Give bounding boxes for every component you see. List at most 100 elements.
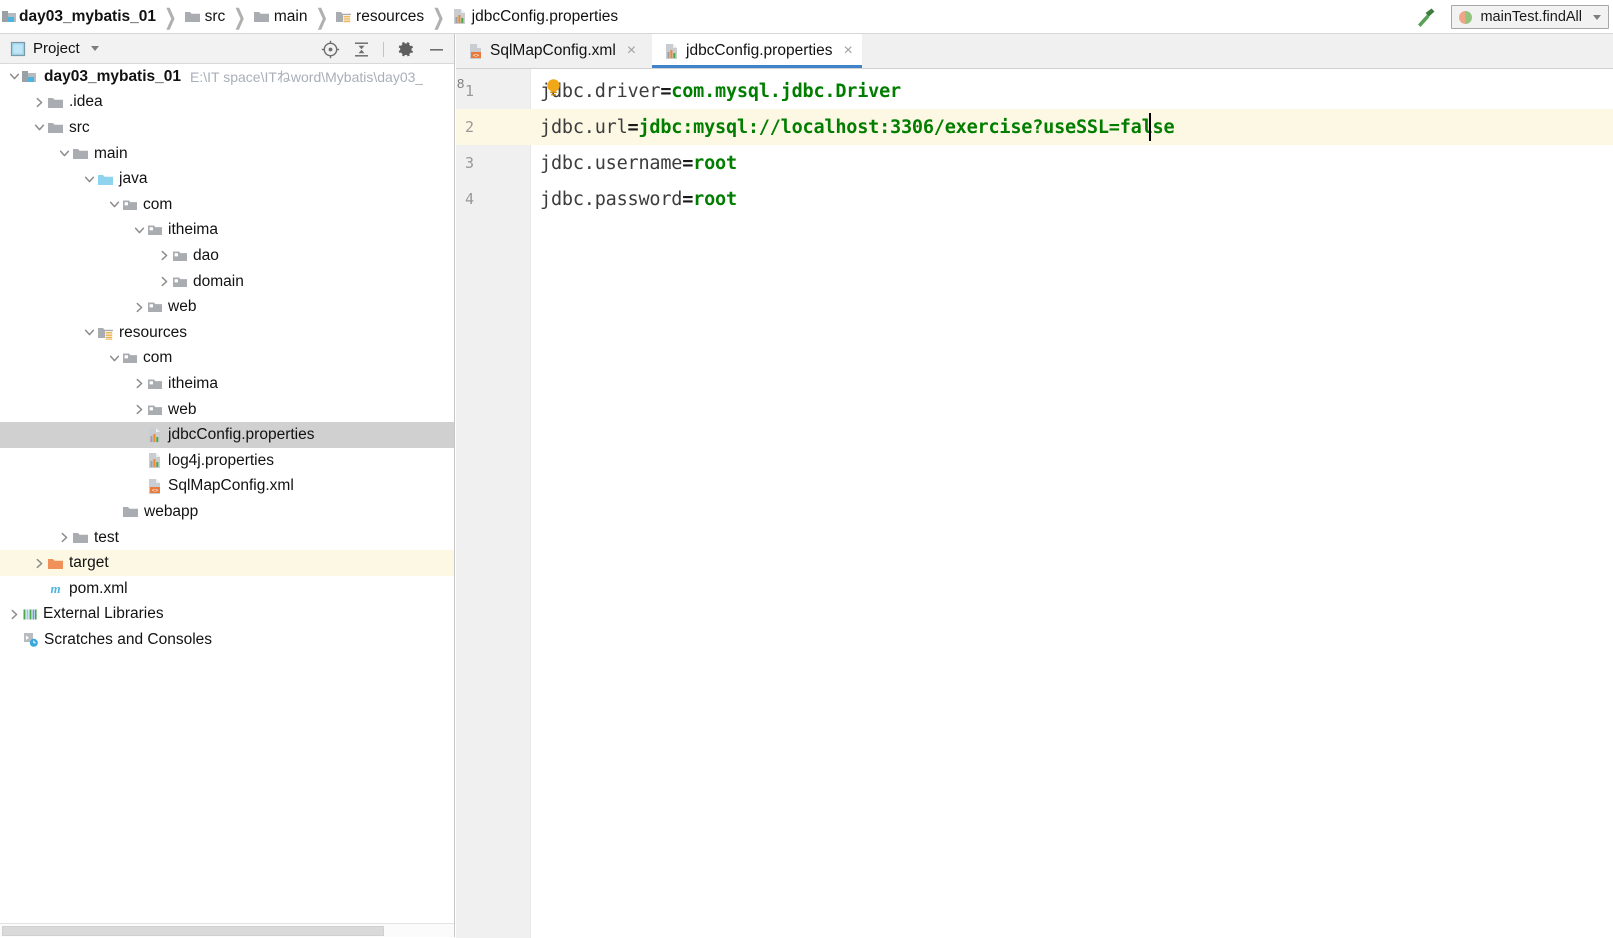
chevron-right-icon[interactable] xyxy=(156,274,172,290)
text-caret xyxy=(1149,113,1151,141)
tree-row-label: com xyxy=(143,349,173,367)
code-line[interactable]: jdbc.password = root xyxy=(531,181,1613,217)
tree-row[interactable]: com xyxy=(0,346,454,372)
close-icon[interactable]: × xyxy=(843,43,852,59)
editor-tab-jdbcconfig[interactable]: jdbcConfig.properties × xyxy=(652,34,862,68)
libraries-icon xyxy=(22,607,38,622)
code-line[interactable]: jdbc.driver = com.mysql.jdbc.Driver xyxy=(531,73,1613,109)
chevron-down-icon[interactable] xyxy=(106,197,122,213)
tree-row[interactable]: web xyxy=(0,397,454,423)
editor-gutter[interactable]: 8 1234 xyxy=(456,69,531,938)
tree-row-label: test xyxy=(94,528,119,546)
chevron-down-icon[interactable] xyxy=(56,146,72,162)
resources-folder-icon xyxy=(335,9,352,24)
breadcrumb-separator: ❯ xyxy=(315,4,329,30)
tree-row[interactable]: Scratches and Consoles xyxy=(0,627,454,653)
chevron-down-icon[interactable] xyxy=(1593,14,1601,20)
code-line[interactable]: jdbc.username = root xyxy=(531,145,1613,181)
properties-file-icon xyxy=(664,43,680,60)
chevron-down-icon[interactable] xyxy=(31,120,47,136)
property-value: root xyxy=(693,152,737,174)
project-tree[interactable]: day03_mybatis_01 E:\IT space\ITねword\Myba… xyxy=(0,64,454,937)
breadcrumb-item-resources[interactable]: resources xyxy=(333,0,426,34)
gutter-line[interactable]: 4 xyxy=(456,181,531,217)
breadcrumb-item-label: main xyxy=(273,7,308,25)
chevron-down-icon[interactable] xyxy=(90,46,99,51)
tree-row[interactable]: jdbcConfig.properties xyxy=(0,422,454,448)
tree-row[interactable]: External Libraries xyxy=(0,602,454,628)
editor-body[interactable]: 8 1234 jdbc.driver = com.mysql.jdbc.Driver… xyxy=(456,68,1613,938)
tree-row[interactable]: m pom.xml xyxy=(0,576,454,602)
hammer-icon[interactable] xyxy=(1414,6,1437,29)
chevron-right-icon[interactable] xyxy=(31,555,47,571)
code-line[interactable]: jdbc.url = jdbc:mysql://localhost:3306/exe… xyxy=(531,109,1613,145)
hide-icon[interactable] xyxy=(427,40,446,59)
tree-row[interactable]: webapp xyxy=(0,499,454,525)
chevron-right-icon[interactable] xyxy=(6,606,22,622)
chevron-right-icon[interactable] xyxy=(131,376,147,392)
code-content[interactable]: jdbc.driver = com.mysql.jdbc.Driver jdbc.ur… xyxy=(531,69,1613,938)
chevron-down-icon[interactable] xyxy=(106,350,122,366)
run-configuration-selector[interactable]: mainTest.findAll xyxy=(1451,5,1609,29)
chevron-down-icon[interactable] xyxy=(81,325,97,341)
project-view-selector[interactable]: Project xyxy=(10,40,99,57)
property-separator: = xyxy=(660,80,672,102)
chevron-down-icon[interactable] xyxy=(81,171,97,187)
tree-row[interactable]: itheima xyxy=(0,371,454,397)
breadcrumb-item-main[interactable]: main xyxy=(251,0,310,34)
properties-file-icon xyxy=(452,8,468,25)
collapse-all-icon[interactable] xyxy=(352,40,371,59)
xml-file-icon: <> xyxy=(468,43,484,60)
chevron-right-icon[interactable] xyxy=(131,299,147,315)
tree-row[interactable]: <> SqlMapConfig.xml xyxy=(0,474,454,500)
chevron-down-icon[interactable] xyxy=(6,69,22,85)
chevron-right-icon[interactable] xyxy=(131,402,147,418)
project-tool-window: Project day03_mybatis_01 E:\IT space\ITね… xyxy=(0,34,455,937)
gear-icon[interactable] xyxy=(396,40,415,59)
close-icon[interactable]: × xyxy=(627,43,636,59)
tree-row-label: External Libraries xyxy=(43,605,164,623)
lightbulb-icon[interactable] xyxy=(544,77,563,98)
chevron-right-icon[interactable] xyxy=(31,94,47,110)
property-key: jdbc.username xyxy=(540,152,683,174)
tree-row[interactable]: resources xyxy=(0,320,454,346)
package-icon xyxy=(147,223,163,237)
source-root-icon xyxy=(97,172,114,187)
chevron-right-icon[interactable] xyxy=(156,248,172,264)
scrollbar-thumb[interactable] xyxy=(2,926,384,936)
tree-row[interactable]: web xyxy=(0,294,454,320)
chevron-right-icon[interactable] xyxy=(56,530,72,546)
gutter-line[interactable]: 3 xyxy=(456,145,531,181)
run-test-icon xyxy=(1458,10,1473,25)
tree-row[interactable]: log4j.properties xyxy=(0,448,454,474)
breadcrumb-item-file[interactable]: jdbcConfig.properties xyxy=(450,0,620,34)
tree-row[interactable]: dao xyxy=(0,243,454,269)
tree-row[interactable]: .idea xyxy=(0,90,454,116)
tree-row[interactable]: itheima xyxy=(0,218,454,244)
project-tree-horizontal-scrollbar[interactable] xyxy=(0,923,454,937)
editor-area: <> SqlMapConfig.xml × jdbcConfig.propert… xyxy=(456,34,1613,938)
project-panel-header: Project xyxy=(0,34,454,64)
run-toolbar: mainTest.findAll xyxy=(1414,0,1609,34)
tree-row[interactable]: com xyxy=(0,192,454,218)
breadcrumb-item-label: resources xyxy=(356,7,425,25)
module-icon xyxy=(2,8,19,25)
gutter-line[interactable]: 2 xyxy=(456,109,531,145)
scroll-from-source-icon[interactable] xyxy=(321,40,340,59)
tree-row[interactable]: src xyxy=(0,115,454,141)
tree-row[interactable]: java xyxy=(0,166,454,192)
breadcrumb-item-module[interactable]: day03_mybatis_01 xyxy=(0,0,158,34)
package-icon xyxy=(147,300,163,314)
tree-row[interactable]: main xyxy=(0,141,454,167)
gutter-line[interactable]: 1 xyxy=(456,73,531,109)
chevron-down-icon[interactable] xyxy=(131,222,147,238)
tree-row-label: src xyxy=(69,118,90,136)
tree-row[interactable]: test xyxy=(0,525,454,551)
breadcrumb: day03_mybatis_01 ❯ src ❯ main ❯ resource… xyxy=(0,0,1613,34)
tree-row[interactable]: target xyxy=(0,550,454,576)
tree-row[interactable]: domain xyxy=(0,269,454,295)
tree-row[interactable]: day03_mybatis_01 E:\IT space\ITねword\Myba… xyxy=(0,64,454,90)
breadcrumb-item-src[interactable]: src xyxy=(182,0,228,34)
editor-tab-sqlmapconfig[interactable]: <> SqlMapConfig.xml × xyxy=(456,34,646,68)
